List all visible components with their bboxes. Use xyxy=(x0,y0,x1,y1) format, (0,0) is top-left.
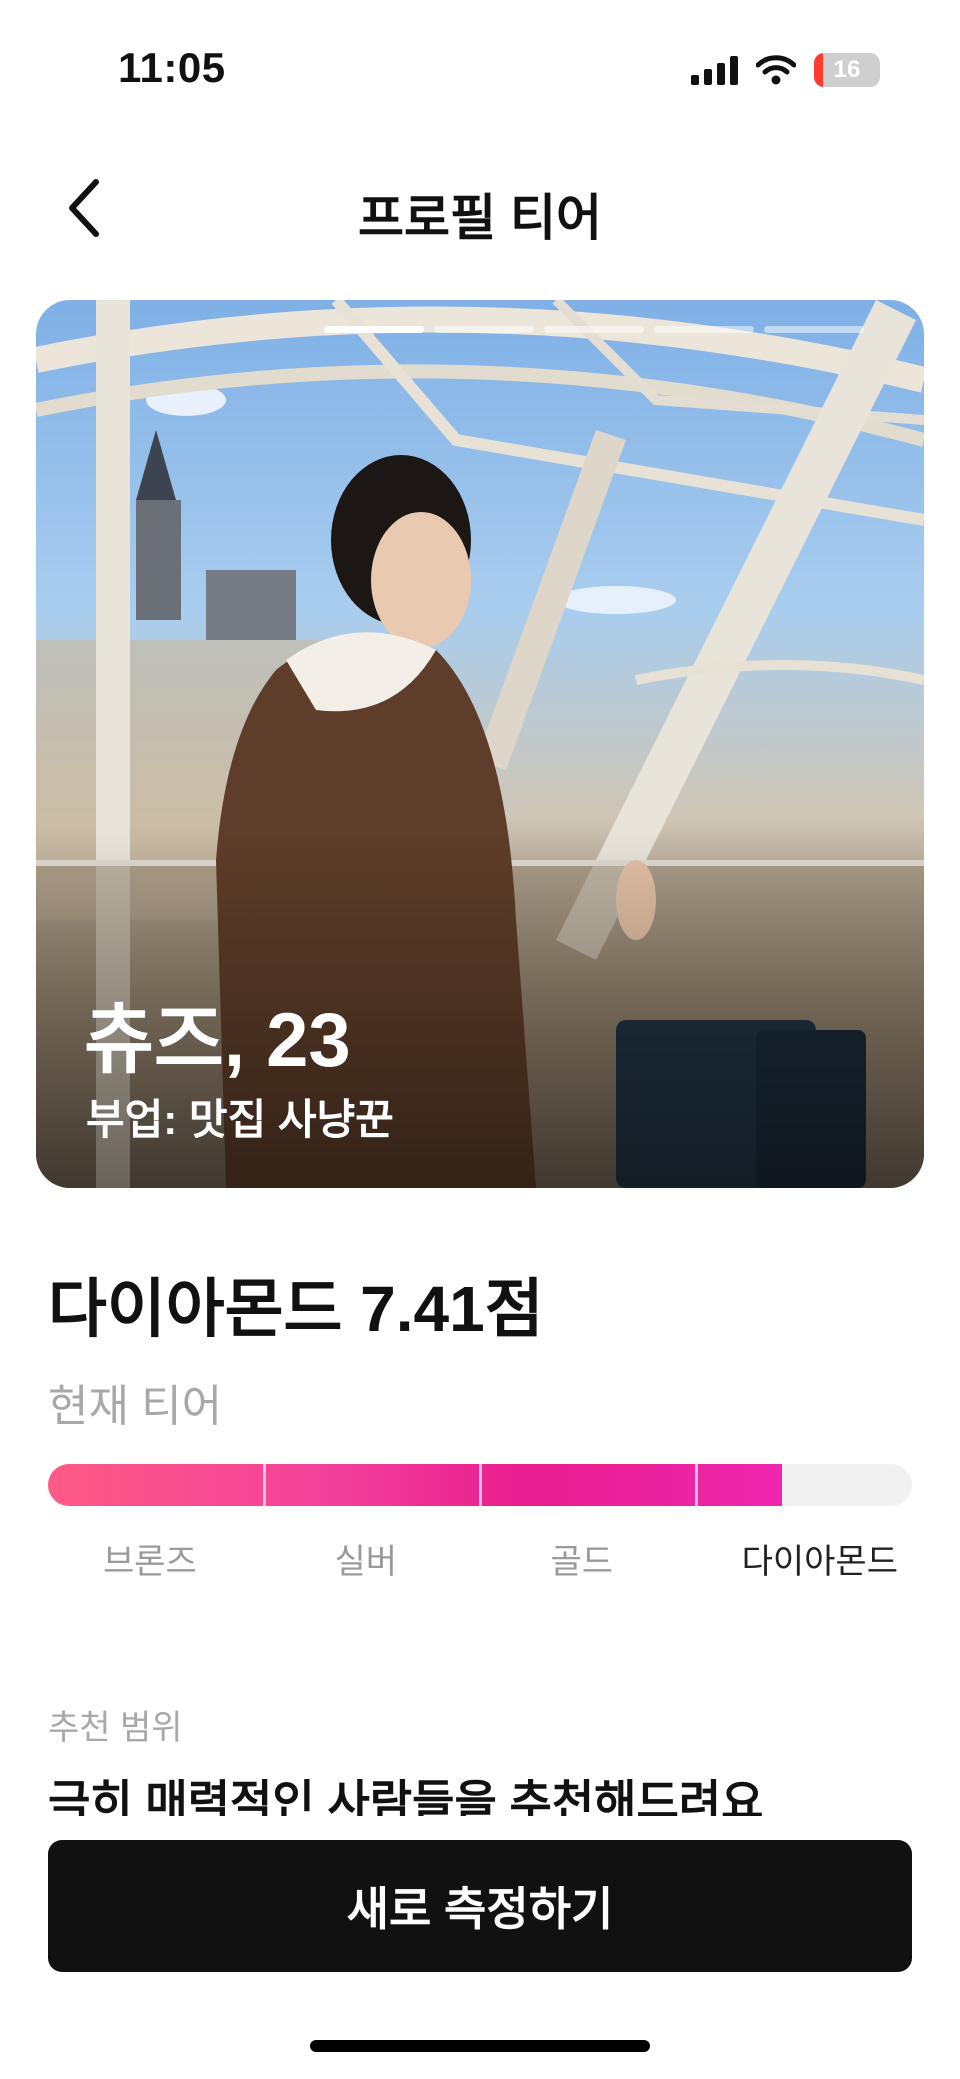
pager-indicator xyxy=(434,326,534,333)
pager-indicator xyxy=(764,326,864,333)
photo-pager xyxy=(324,326,864,333)
tier-names: 브론즈 실버 골드 다이아몬드 xyxy=(48,1534,912,1584)
tier-name: 골드 xyxy=(550,1543,614,1581)
profile-subtitle: 부업: 맛집 사냥꾼 xyxy=(86,1096,394,1143)
tier-score: 다이아몬드 7.41점 xyxy=(48,1273,544,1345)
current-tier-label: 현재 티어 xyxy=(48,1382,223,1431)
home-indicator xyxy=(310,2040,650,2052)
recommendation-text: 극히 매력적인 사람들을 추천해드려요 xyxy=(48,1776,764,1816)
tier-name: 다이아몬드 xyxy=(741,1543,898,1581)
tier-progress-bar xyxy=(48,1464,912,1506)
remeasure-button[interactable]: 새로 측정하기 xyxy=(48,1840,912,1972)
signal-icon xyxy=(691,55,738,85)
pager-indicator xyxy=(324,326,424,333)
status-icons: 16 xyxy=(691,52,880,88)
profile-photo-card[interactable]: 츄즈, 23 부업: 맛집 사냥꾼 xyxy=(36,300,924,1188)
profile-name-age: 츄즈, 23 xyxy=(84,998,351,1083)
tier-progress-fill xyxy=(48,1464,783,1506)
battery-icon: 16 xyxy=(814,53,880,87)
recommendation-text-container: 극히 매력적인 사람들을 추천해드려요 xyxy=(48,1772,912,1816)
battery-level: 16 xyxy=(833,56,861,83)
pager-indicator xyxy=(544,326,644,333)
tier-name: 실버 xyxy=(334,1543,398,1581)
recommendation-label: 추천 범위 xyxy=(48,1709,183,1747)
pager-indicator xyxy=(654,326,754,333)
wifi-icon xyxy=(756,55,796,85)
page-title: 프로필 티어 xyxy=(358,190,602,246)
status-time: 11:05 xyxy=(118,44,226,91)
tier-divider xyxy=(479,1464,482,1506)
tier-name: 브론즈 xyxy=(103,1543,197,1581)
tier-divider xyxy=(695,1464,698,1506)
tier-divider xyxy=(263,1464,266,1506)
